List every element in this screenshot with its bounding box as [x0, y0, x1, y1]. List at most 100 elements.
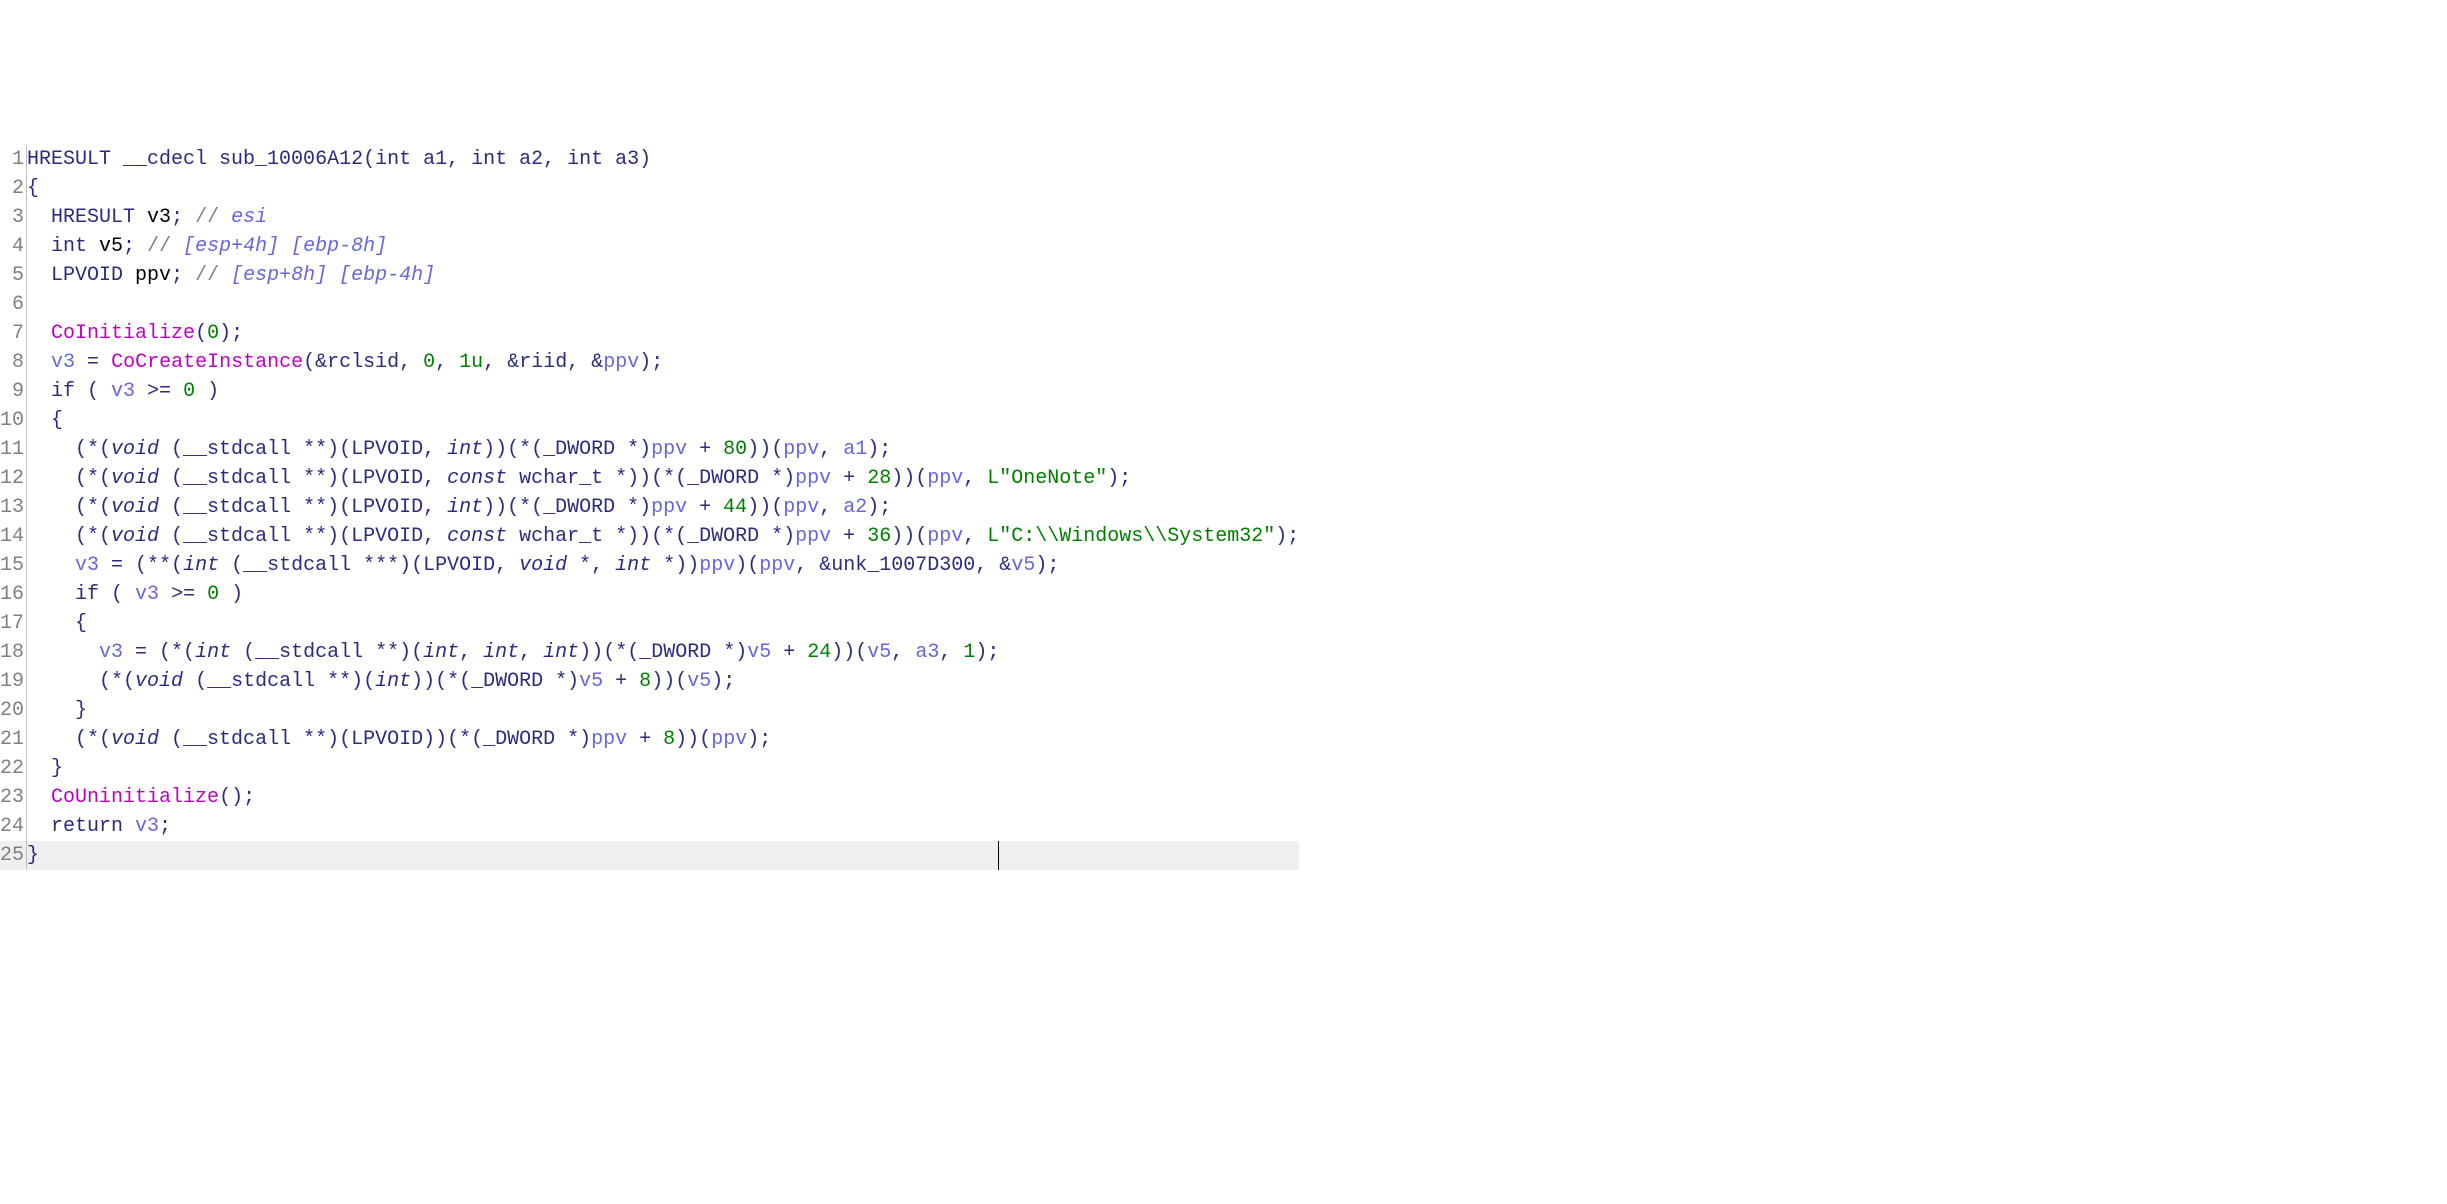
- code-line[interactable]: (*(void (__stdcall **)(LPVOID, int))(*(_…: [27, 435, 1299, 464]
- code-token: (*(: [27, 467, 111, 490]
- code-token: 0: [423, 351, 435, 374]
- code-token: rclsid: [327, 351, 399, 374]
- code-token: (__stdcall **)(LPVOID))(*(_DWORD *): [159, 728, 591, 751]
- code-line[interactable]: }: [27, 754, 1299, 783]
- line-number: 22: [0, 754, 26, 783]
- code-token: ppv: [783, 496, 819, 519]
- code-line[interactable]: {: [27, 174, 1299, 203]
- code-token: +: [771, 641, 807, 664]
- line-number: 25: [0, 841, 26, 870]
- code-token: 1: [963, 641, 975, 664]
- code-line[interactable]: if ( v3 >= 0 ): [27, 377, 1299, 406]
- code-token: );: [867, 496, 891, 519]
- code-token: void: [111, 525, 159, 548]
- code-token: ppv: [651, 496, 687, 519]
- code-token: (__stdcall **)(LPVOID,: [159, 496, 447, 519]
- line-number: 16: [0, 580, 26, 609]
- code-token: v3: [111, 380, 135, 403]
- code-token: (*(: [27, 438, 111, 461]
- line-number: 23: [0, 783, 26, 812]
- code-line[interactable]: CoUninitialize();: [27, 783, 1299, 812]
- code-token: ppv: [651, 438, 687, 461]
- code-area[interactable]: HRESULT __cdecl sub_10006A12(int a1, int…: [27, 145, 1299, 870]
- code-token: ,: [519, 641, 543, 664]
- code-line[interactable]: LPVOID ppv; // [esp+8h] [ebp-4h]: [27, 261, 1299, 290]
- code-line[interactable]: if ( v3 >= 0 ): [27, 580, 1299, 609]
- code-token: ))(: [747, 496, 783, 519]
- line-number: 9: [0, 377, 26, 406]
- code-line[interactable]: HRESULT v3; // esi: [27, 203, 1299, 232]
- code-token: int: [183, 554, 219, 577]
- code-editor[interactable]: 1234567891011121314151617181920212223242…: [0, 145, 2447, 870]
- code-token: v5: [1011, 554, 1035, 577]
- code-token: (: [195, 322, 207, 345]
- line-number: 18: [0, 638, 26, 667]
- code-token: (__stdcall **)(: [183, 670, 375, 693]
- line-number: 3: [0, 203, 26, 232]
- line-number: 14: [0, 522, 26, 551]
- code-token: ): [195, 380, 219, 403]
- code-token: ;: [123, 235, 147, 258]
- code-line[interactable]: HRESULT __cdecl sub_10006A12(int a1, int…: [27, 145, 1299, 174]
- code-token: int: [447, 496, 483, 519]
- code-token: (__stdcall ***)(LPVOID,: [219, 554, 519, 577]
- code-token: int: [375, 148, 411, 171]
- code-token: [27, 554, 75, 577]
- code-token: v3: [99, 641, 123, 664]
- code-token: >=: [135, 380, 183, 403]
- code-line[interactable]: (*(void (__stdcall **)(LPVOID, const wch…: [27, 522, 1299, 551]
- code-line[interactable]: }: [27, 841, 1299, 870]
- code-token: );: [1107, 467, 1131, 490]
- code-token: *,: [567, 554, 615, 577]
- code-token: v3: [135, 583, 159, 606]
- code-token: ppv: [603, 351, 639, 374]
- code-token: ,: [819, 438, 843, 461]
- code-line[interactable]: v3 = (*(int (__stdcall **)(int, int, int…: [27, 638, 1299, 667]
- code-line[interactable]: int v5; // [esp+4h] [ebp-8h]: [27, 232, 1299, 261]
- code-token: ppv: [927, 467, 963, 490]
- code-token: 28: [867, 467, 891, 490]
- code-line[interactable]: (*(void (__stdcall **)(LPVOID, int))(*(_…: [27, 493, 1299, 522]
- code-token: int: [567, 148, 603, 171]
- code-token: unk_1007D300: [831, 554, 975, 577]
- code-token: {: [27, 177, 39, 200]
- code-line[interactable]: }: [27, 696, 1299, 725]
- code-line[interactable]: (*(void (__stdcall **)(LPVOID))(*(_DWORD…: [27, 725, 1299, 754]
- code-token: 44: [723, 496, 747, 519]
- code-line[interactable]: v3 = CoCreateInstance(&rclsid, 0, 1u, &r…: [27, 348, 1299, 377]
- code-token: +: [627, 728, 663, 751]
- code-line[interactable]: {: [27, 406, 1299, 435]
- code-token: (*(: [27, 496, 111, 519]
- code-token: [27, 641, 99, 664]
- code-token: //: [195, 264, 231, 287]
- line-number: 8: [0, 348, 26, 377]
- code-token: );: [867, 438, 891, 461]
- code-token: ppv: [783, 438, 819, 461]
- code-token: );: [711, 670, 735, 693]
- code-token: ();: [219, 786, 255, 809]
- code-token: (__stdcall **)(LPVOID,: [159, 438, 447, 461]
- code-token: riid: [519, 351, 567, 374]
- code-token: )(: [735, 554, 759, 577]
- code-token: (__stdcall **)(LPVOID,: [159, 467, 447, 490]
- code-token: void: [111, 467, 159, 490]
- code-token: HRESULT: [27, 206, 147, 229]
- code-line[interactable]: (*(void (__stdcall **)(LPVOID, const wch…: [27, 464, 1299, 493]
- code-token: );: [639, 351, 663, 374]
- code-token: v3: [135, 815, 159, 838]
- code-token: (__stdcall **)(: [231, 641, 423, 664]
- code-token: +: [831, 525, 867, 548]
- code-line[interactable]: v3 = (**(int (__stdcall ***)(LPVOID, voi…: [27, 551, 1299, 580]
- line-number: 12: [0, 464, 26, 493]
- code-token: esi: [231, 206, 267, 229]
- code-line[interactable]: {: [27, 609, 1299, 638]
- code-token: ,: [963, 525, 987, 548]
- code-token: ,: [435, 351, 459, 374]
- code-line[interactable]: CoInitialize(0);: [27, 319, 1299, 348]
- code-line[interactable]: return v3;: [27, 812, 1299, 841]
- code-line[interactable]: (*(void (__stdcall **)(int))(*(_DWORD *)…: [27, 667, 1299, 696]
- code-line[interactable]: [27, 290, 1299, 319]
- code-token: +: [603, 670, 639, 693]
- line-number: 4: [0, 232, 26, 261]
- code-token: v3: [51, 351, 75, 374]
